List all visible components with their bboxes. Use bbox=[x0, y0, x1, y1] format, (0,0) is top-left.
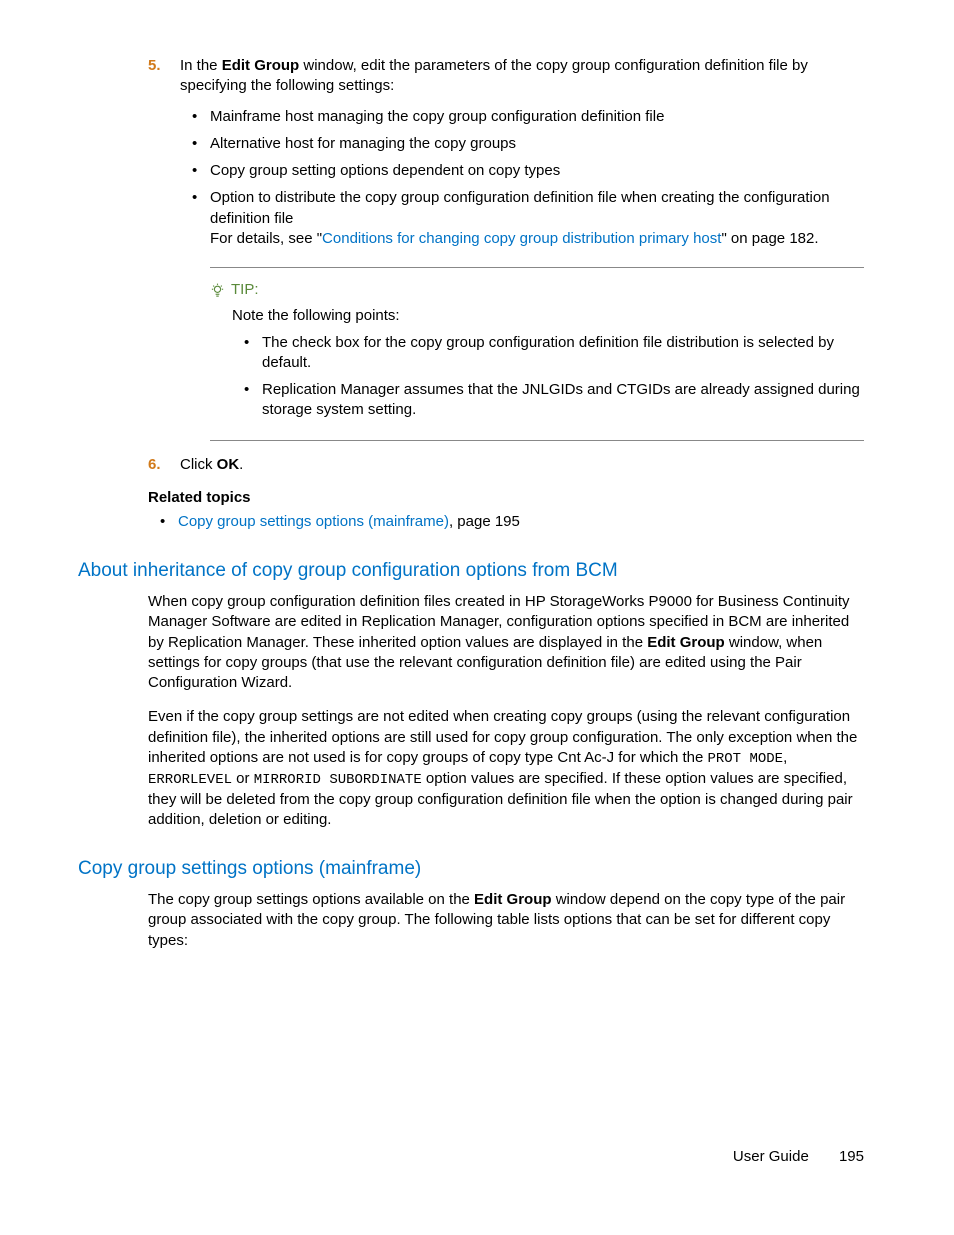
step5-text-pre: In the bbox=[180, 57, 222, 74]
step-6: 6. Click OK. bbox=[78, 455, 864, 475]
p2-m2: ERRORLEVEL bbox=[148, 772, 232, 788]
p3-bold: Edit Group bbox=[474, 891, 552, 908]
step5-bullet-4: Option to distribute the copy group conf… bbox=[210, 188, 864, 249]
step-number-5: 5. bbox=[148, 56, 161, 76]
step5-bullet-1: Mainframe host managing the copy group c… bbox=[210, 107, 864, 127]
step-number-6: 6. bbox=[148, 455, 161, 475]
tip-box: TIP: Note the following points: The chec… bbox=[210, 267, 864, 441]
step5-bullet-3: Copy group setting options dependent on … bbox=[210, 161, 864, 181]
heading-copy-group-settings: Copy group settings options (mainframe) bbox=[78, 858, 864, 880]
para-copy-group-settings: The copy group settings options availabl… bbox=[148, 890, 864, 951]
step5-bullet-2: Alternative host for managing the copy g… bbox=[210, 134, 864, 154]
tip-heading: TIP: bbox=[210, 280, 864, 300]
related-topic-1-post: , page 195 bbox=[449, 513, 520, 530]
para-inheritance-2: Even if the copy group settings are not … bbox=[148, 707, 864, 830]
p2-b: , bbox=[783, 749, 787, 766]
related-topics-head: Related topics bbox=[148, 489, 864, 506]
step5-bold: Edit Group bbox=[222, 57, 300, 74]
page-footer: User Guide 195 bbox=[733, 1148, 864, 1165]
related-topics: Related topics Copy group settings optio… bbox=[148, 489, 864, 532]
tip-bullet-2: Replication Manager assumes that the JNL… bbox=[262, 380, 864, 421]
para-inheritance-1: When copy group configuration definition… bbox=[148, 592, 864, 693]
step5-b4-details-pre: For details, see " bbox=[210, 230, 322, 247]
tip-bullet-1: The check box for the copy group configu… bbox=[262, 333, 864, 374]
p2-m3: MIRRORID SUBORDINATE bbox=[254, 772, 422, 788]
step5-b4-details-post: " on page 182. bbox=[721, 230, 818, 247]
related-topic-1: Copy group settings options (mainframe),… bbox=[178, 512, 864, 532]
tip-bullets: The check box for the copy group configu… bbox=[210, 333, 864, 421]
p2-c: or bbox=[232, 770, 254, 787]
tip-intro: Note the following points: bbox=[232, 306, 864, 326]
lightbulb-icon bbox=[210, 283, 225, 298]
procedure-list: 5. In the Edit Group window, edit the pa… bbox=[78, 56, 864, 475]
p2-m1: PROT MODE bbox=[707, 751, 783, 767]
step6-post: . bbox=[239, 456, 243, 473]
step6-pre: Click bbox=[180, 456, 217, 473]
related-topics-list: Copy group settings options (mainframe),… bbox=[148, 512, 864, 532]
tip-label: TIP: bbox=[231, 280, 259, 300]
footer-page-number: 195 bbox=[839, 1148, 864, 1165]
step6-bold: OK bbox=[217, 456, 240, 473]
page-container: 5. In the Edit Group window, edit the pa… bbox=[0, 0, 954, 1235]
link-conditions-primary-host[interactable]: Conditions for changing copy group distr… bbox=[322, 230, 721, 247]
footer-label: User Guide bbox=[733, 1148, 809, 1165]
p1-bold: Edit Group bbox=[647, 634, 725, 651]
step-5: 5. In the Edit Group window, edit the pa… bbox=[78, 56, 864, 441]
step5-b4-text: Option to distribute the copy group conf… bbox=[210, 189, 830, 226]
link-copy-group-settings-options[interactable]: Copy group settings options (mainframe) bbox=[178, 513, 449, 530]
step5-bullets: Mainframe host managing the copy group c… bbox=[180, 107, 864, 250]
heading-inheritance: About inheritance of copy group configur… bbox=[78, 560, 864, 582]
p3-a: The copy group settings options availabl… bbox=[148, 891, 474, 908]
